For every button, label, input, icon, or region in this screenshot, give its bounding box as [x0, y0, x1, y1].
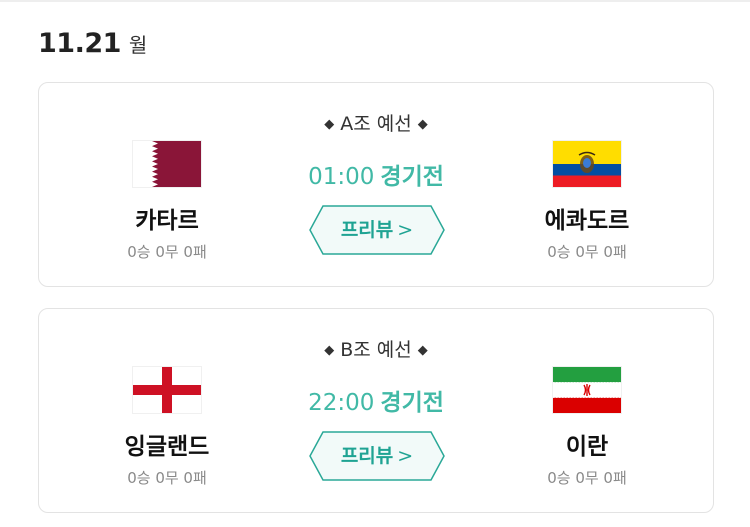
match-status: 경기전: [380, 164, 444, 190]
team-name: 잉글랜드: [124, 434, 210, 460]
top-divider: [0, 0, 750, 2]
preview-button[interactable]: 프리뷰 >: [309, 205, 445, 255]
team-name: 이란: [565, 434, 609, 460]
diamond-icon: ◆: [417, 343, 428, 358]
date-weekday: 월: [128, 33, 148, 57]
date-header: 11.21 월: [38, 28, 147, 59]
diamond-icon: ◆: [417, 117, 428, 132]
away-team[interactable]: 이란 0승 0무 0패: [497, 367, 677, 488]
group-label: ◆ A조 예선 ◆: [39, 109, 713, 136]
preview-text: 프리뷰: [340, 219, 394, 241]
team-name: 카타르: [135, 208, 199, 234]
diamond-icon: ◆: [324, 117, 335, 132]
kickoff-time: 01:00: [308, 164, 375, 190]
preview-text: 프리뷰: [340, 445, 394, 467]
group-label: ◆ B조 예선 ◆: [39, 335, 713, 362]
team-record: 0승 0무 0패: [127, 243, 207, 261]
ecuador-flag-icon: [553, 141, 621, 187]
match-card[interactable]: ◆ A조 예선 ◆ 카타르 0승 0무 0패 01:00 경기전 프리뷰 > 에…: [38, 82, 714, 287]
match-status: 경기전: [380, 390, 444, 416]
away-team[interactable]: 에콰도르 0승 0무 0패: [497, 141, 677, 262]
match-card[interactable]: ◆ B조 예선 ◆ 잉글랜드 0승 0무 0패 22:00경기전 프리뷰>: [38, 308, 714, 513]
team-record: 0승 0무 0패: [547, 243, 627, 261]
iran-flag-icon: [553, 367, 621, 413]
date-number: 11.21: [38, 28, 121, 59]
chevron-right-icon: >: [397, 445, 414, 467]
chevron-right-icon: >: [397, 219, 414, 241]
team-record: 0승 0무 0패: [547, 469, 627, 487]
team-name: 에콰도르: [544, 208, 630, 234]
preview-label: 프리뷰 >: [309, 205, 445, 255]
team-record: 0승 0무 0패: [127, 469, 207, 487]
preview-button[interactable]: 프리뷰 >: [309, 431, 445, 481]
diamond-icon: ◆: [324, 343, 335, 358]
group-text: B조 예선: [340, 339, 412, 361]
kickoff-time: 22:00: [308, 390, 375, 416]
group-text: A조 예선: [340, 113, 412, 135]
preview-label: 프리뷰 >: [309, 431, 445, 481]
